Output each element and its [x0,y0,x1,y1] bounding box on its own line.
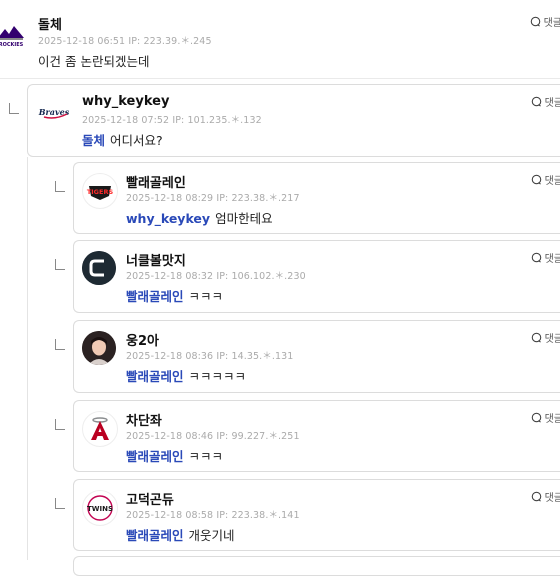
angels-logo-icon [84,413,116,445]
reply-thread-icon [9,103,19,114]
svg-text:ROCKIES: ROCKIES [0,42,24,48]
comment-meta: 2025-12-18 08:29 IP: 223.38.＊.217 [126,193,300,204]
comment-body: 이건 좀 논란되겠는데 [38,54,150,69]
speech-bubble-icon [531,174,541,185]
profile-photo-icon [82,331,116,365]
mention-link[interactable]: why_keykey [126,211,210,226]
reply-label: 댓글 [544,493,560,504]
comment-card: ROCKIES 돌체 2025-12-18 06:51 IP: 223.39.＊… [0,4,560,78]
reply-thread-icon [55,498,65,509]
reply-thread-icon [55,259,65,270]
comment-author[interactable]: 고덕곤듀 [126,489,174,508]
svg-text:TWINS: TWINS [87,505,113,513]
speech-bubble-icon [531,252,541,263]
comment-meta: 2025-12-18 08:46 IP: 99.227.＊.251 [126,431,300,442]
comment-body: ㅋㅋㅋ [188,289,224,304]
reply-button[interactable]: 댓글 [531,172,560,187]
reply-button[interactable]: 댓글 [531,94,560,109]
comment-card: 웅2아 2025-12-18 08:36 IP: 14.35.＊.131 빨래골… [73,320,560,393]
comment-card: Braves why_keykey 2025-12-18 07:52 IP: 1… [27,84,560,157]
mention-link[interactable]: 빨래골레인 [126,528,184,543]
svg-text:TIGERS: TIGERS [87,188,114,196]
tigers-logo-icon: TIGERS [84,175,116,207]
comment-text: 이건 좀 논란되겠는데 [38,51,149,70]
divider [0,78,560,79]
comment-body: ㅋㅋㅋㅋㅋ [188,369,247,384]
speech-bubble-icon [531,332,541,343]
comment-text: 빨래골레인 ㅋㅋㅋㅋㅋ [126,366,246,385]
reply-label: 댓글 [544,414,560,425]
twins-logo-icon: TWINS [84,492,116,524]
rockies-logo-icon: ROCKIES [0,19,27,51]
comment-text: 빨래골레인 ㅋㅋㅋ [126,286,223,305]
comment-text: why_keykey 엄마한테요 [126,208,273,227]
avatar[interactable]: TIGERS [82,173,118,209]
braves-logo-icon: Braves [38,96,71,128]
mention-link[interactable]: 빨래골레인 [126,289,184,304]
comment-card: 차단좌 2025-12-18 08:46 IP: 99.227.＊.251 빨래… [73,400,560,472]
speech-bubble-icon [531,412,541,423]
comment-meta: 2025-12-18 08:36 IP: 14.35.＊.131 [126,351,294,362]
comment-card: 너클볼맛지 2025-12-18 08:32 IP: 106.102.＊.230… [73,240,560,313]
reply-thread-icon [55,419,65,430]
comment-text: 돌체 어디서요? [82,130,163,149]
comment-author[interactable]: 차단좌 [126,410,162,429]
reply-label: 댓글 [543,18,560,29]
reply-label: 댓글 [544,254,560,265]
avatar[interactable] [82,331,116,365]
comment-author[interactable]: 돌체 [38,14,62,33]
comment-card: TIGERS 빨래골레인 2025-12-18 08:29 IP: 223.38… [73,162,560,234]
comment-body: ㅋㅋㅋ [188,449,224,464]
comment-meta: 2025-12-18 07:52 IP: 101.235.＊.132 [82,115,262,126]
avatar[interactable]: TWINS [82,490,118,526]
speech-bubble-icon [530,16,540,27]
comment-text: 빨래골레인 ㅋㅋㅋ [126,446,223,465]
comment-body: 엄마한테요 [215,211,273,226]
reply-button[interactable]: 댓글 [531,489,560,504]
thread-line [27,157,28,560]
speech-bubble-icon [531,491,541,502]
reply-button[interactable]: 댓글 [531,410,560,425]
avatar[interactable]: Braves [38,95,72,129]
comment-author[interactable]: why_keykey [82,94,169,109]
comment-author[interactable]: 너클볼맛지 [126,250,186,269]
reply-label: 댓글 [544,176,560,187]
speech-bubble-icon [531,96,541,107]
mention-link[interactable]: 빨래골레인 [126,369,184,384]
reply-thread-icon [55,181,65,192]
comment-meta: 2025-12-18 08:58 IP: 223.38.＊.141 [126,510,300,521]
mention-link[interactable]: 빨래골레인 [126,449,184,464]
reply-button[interactable]: 댓글 [530,14,560,29]
reply-label: 댓글 [544,334,560,345]
reply-label: 댓글 [544,98,560,109]
comment-card: TWINS 고덕곤듀 2025-12-18 08:58 IP: 223.38.＊… [73,479,560,551]
comment-text: 빨래골레인 개웃기네 [126,525,235,544]
avatar[interactable]: ROCKIES [0,18,28,52]
comment-meta: 2025-12-18 08:32 IP: 106.102.＊.230 [126,271,306,282]
comment-meta: 2025-12-18 06:51 IP: 223.39.＊.245 [38,36,212,47]
comment-body: 어디서요? [110,133,163,148]
reply-button[interactable]: 댓글 [531,330,560,345]
comment-author[interactable]: 웅2아 [126,330,159,349]
comment-author[interactable]: 빨래골레인 [126,172,186,191]
comment-card [73,556,560,576]
reply-thread-icon [55,339,65,350]
avatar[interactable] [82,251,116,285]
mention-link[interactable]: 돌체 [82,133,105,148]
avatar[interactable] [82,411,118,447]
comment-body: 개웃기네 [188,528,235,543]
reply-button[interactable]: 댓글 [531,250,560,265]
c-logo-icon [82,251,116,285]
